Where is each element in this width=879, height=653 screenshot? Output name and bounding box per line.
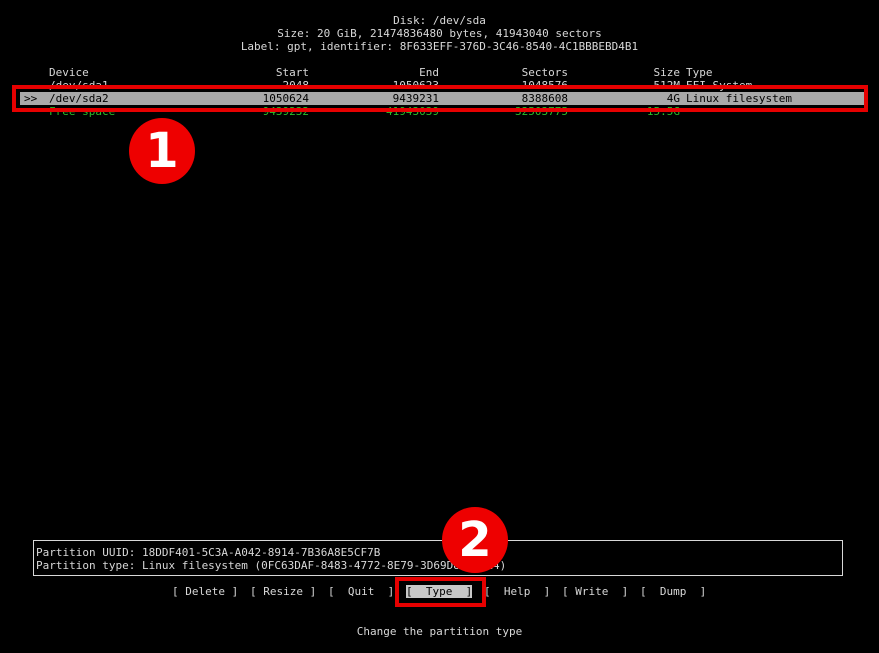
status-message: Change the partition type xyxy=(356,625,523,638)
help-button[interactable]: [ Help ] xyxy=(484,585,550,598)
disk-size: Size: 20 GiB, 21474836480 bytes, 4194304… xyxy=(277,27,602,40)
type-button-highlight xyxy=(395,577,486,607)
column-header-row: Device Start End Sectors Size Type xyxy=(0,66,879,79)
column-size: Size xyxy=(653,66,681,79)
disk-title: Disk: /dev/sda xyxy=(393,14,486,27)
column-type: Type xyxy=(686,66,713,79)
selected-row-highlight xyxy=(12,85,868,112)
column-start: Start xyxy=(275,66,309,79)
partition-info-box: Partition UUID: 18DDF401-5C3A-A042-8914-… xyxy=(33,540,843,576)
step-1-badge: 1 xyxy=(129,118,195,184)
column-end: End xyxy=(419,66,439,79)
write-button[interactable]: [ Write ] xyxy=(562,585,628,598)
disk-label: Label: gpt, identifier: 8F633EFF-376D-3C… xyxy=(240,40,639,53)
column-device: Device xyxy=(49,66,89,79)
column-sectors: Sectors xyxy=(521,66,568,79)
quit-button[interactable]: [ Quit ] xyxy=(328,585,394,598)
dump-button[interactable]: [ Dump ] xyxy=(640,585,706,598)
delete-button[interactable]: [ Delete ] xyxy=(172,585,238,598)
step-2-badge: 2 xyxy=(442,507,508,573)
resize-button[interactable]: [ Resize ] xyxy=(250,585,316,598)
partition-uuid: Partition UUID: 18DDF401-5C3A-A042-8914-… xyxy=(36,546,381,559)
partition-type-info: Partition type: Linux filesystem (0FC63D… xyxy=(36,559,507,572)
